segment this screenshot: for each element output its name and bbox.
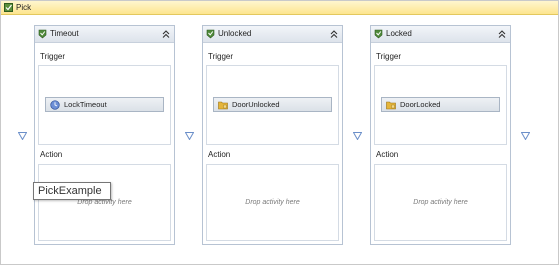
- action-label: Action: [376, 150, 399, 159]
- branch-header[interactable]: Unlocked: [203, 26, 342, 43]
- branch-title: Locked: [386, 29, 412, 38]
- trigger-activity[interactable]: DoorLocked: [381, 97, 500, 112]
- activity-label: LockTimeout: [64, 100, 107, 109]
- action-drop-zone[interactable]: Drop activity here: [38, 164, 171, 241]
- drop-arrow-icon[interactable]: [18, 132, 27, 140]
- drop-hint: Drop activity here: [245, 199, 300, 206]
- trigger-activity[interactable]: LockTimeout: [45, 97, 164, 112]
- pick-branch-unlocked[interactable]: Unlocked Trigger DoorUnlocked Action Dro…: [202, 25, 343, 245]
- branch-title: Timeout: [50, 29, 79, 38]
- activity-label: DoorLocked: [400, 100, 441, 109]
- pick-branch-icon: [38, 29, 47, 39]
- trigger-container[interactable]: DoorLocked: [374, 65, 507, 145]
- branch-header[interactable]: Timeout: [35, 26, 174, 43]
- action-drop-zone[interactable]: Drop activity here: [374, 164, 507, 241]
- clock-icon: [50, 100, 60, 110]
- pick-title: Pick: [16, 3, 32, 12]
- pick-designer: Pick Timeout Trigger LockTimeout Action …: [0, 0, 559, 265]
- trigger-container[interactable]: LockTimeout: [38, 65, 171, 145]
- collapse-icon[interactable]: [498, 29, 506, 39]
- branch-title: Unlocked: [218, 29, 252, 38]
- collapse-icon[interactable]: [162, 29, 170, 39]
- collapse-icon[interactable]: [330, 29, 338, 39]
- folder-icon: [218, 101, 228, 110]
- action-label: Action: [40, 150, 63, 159]
- drop-arrow-icon[interactable]: [185, 132, 194, 140]
- branch-header[interactable]: Locked: [371, 26, 510, 43]
- action-label: Action: [208, 150, 231, 159]
- folder-icon: [386, 101, 396, 110]
- pick-branch-icon: [206, 29, 215, 39]
- drop-arrow-icon[interactable]: [521, 132, 530, 140]
- trigger-label: Trigger: [40, 52, 66, 61]
- activity-label: DoorUnlocked: [232, 100, 280, 109]
- action-drop-zone[interactable]: Drop activity here: [206, 164, 339, 241]
- trigger-activity[interactable]: DoorUnlocked: [213, 97, 332, 112]
- tooltip: PickExample: [33, 182, 111, 200]
- trigger-container[interactable]: DoorUnlocked: [206, 65, 339, 145]
- pick-header[interactable]: Pick: [1, 1, 558, 15]
- drop-hint: Drop activity here: [413, 199, 468, 206]
- drop-arrow-icon[interactable]: [353, 132, 362, 140]
- pick-branch-icon: [374, 29, 383, 39]
- trigger-label: Trigger: [208, 52, 234, 61]
- pick-branch-locked[interactable]: Locked Trigger DoorLocked Action Drop ac…: [370, 25, 511, 245]
- drop-hint: Drop activity here: [77, 199, 132, 206]
- pick-icon: [4, 3, 13, 12]
- pick-branch-timeout[interactable]: Timeout Trigger LockTimeout Action Drop …: [34, 25, 175, 245]
- trigger-label: Trigger: [376, 52, 402, 61]
